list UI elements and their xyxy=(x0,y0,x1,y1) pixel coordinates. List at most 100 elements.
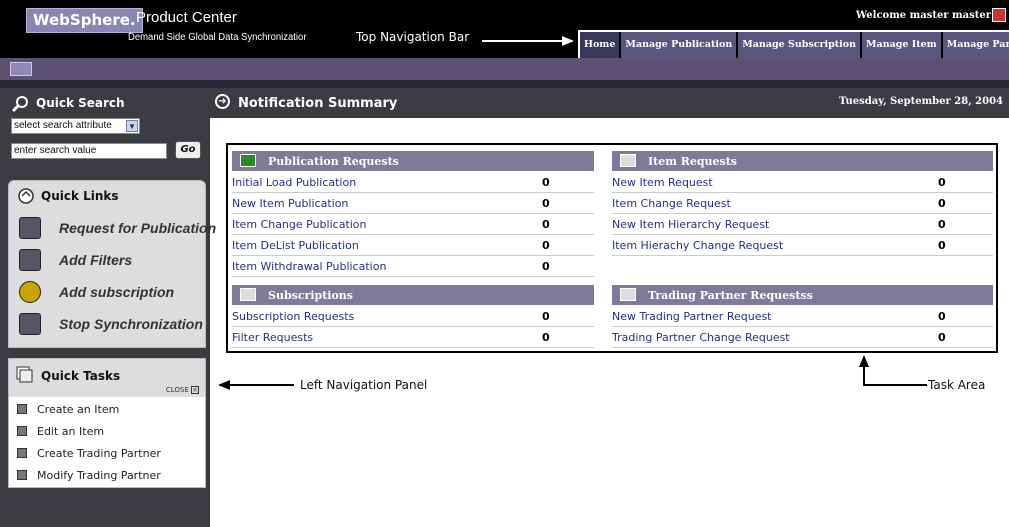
task-area-callout-arrow-vertical xyxy=(863,366,865,386)
row-count: 0 xyxy=(938,197,946,210)
top-nav-callout-arrow xyxy=(482,40,562,42)
row-label[interactable]: Item Change Publication xyxy=(232,218,367,231)
left-nav-callout-arrow xyxy=(230,384,294,386)
top-nav-callout-arrowhead xyxy=(562,36,574,46)
table-row[interactable]: Initial Load Publication 0 xyxy=(232,172,594,193)
row-label[interactable]: Filter Requests xyxy=(232,331,313,344)
quick-tasks-header: Quick Tasks CLOSE × xyxy=(9,359,205,397)
section-item-requests: Item Requests xyxy=(612,151,993,171)
quick-search: Quick Search select search attribute ▼ en… xyxy=(8,93,206,165)
table-row[interactable]: New Item Request 0 xyxy=(612,172,993,193)
close-button[interactable]: CLOSE × xyxy=(166,386,199,394)
quick-link-add-subscription[interactable]: Add subscription xyxy=(19,279,205,307)
row-label[interactable]: Initial Load Publication xyxy=(232,176,356,189)
subscription-icon xyxy=(240,288,256,301)
left-nav-callout: Left Navigation Panel xyxy=(300,378,428,392)
row-count: 0 xyxy=(542,176,550,189)
section-publication-requests: Publication Requests xyxy=(232,151,594,171)
table-row[interactable]: Item Hierachy Change Request 0 xyxy=(612,235,993,256)
quick-link-label: Request for Publication xyxy=(59,220,217,236)
quick-task-modify-trading-partner[interactable]: Modify Trading Partner xyxy=(17,469,161,482)
row-label[interactable]: New Trading Partner Request xyxy=(612,310,772,323)
product-subtitle: Demand Side Global Data Synchronizatior xyxy=(128,32,307,43)
quick-task-create-item[interactable]: Create an Item xyxy=(17,403,119,416)
tab-manage-partner[interactable]: Manage Partner xyxy=(942,32,1009,58)
row-count: 0 xyxy=(938,218,946,231)
header: WebSphere. Product Center Demand Side Gl… xyxy=(0,0,1009,58)
publication-icon xyxy=(19,217,41,239)
quick-link-add-filters[interactable]: Add Filters xyxy=(19,247,205,275)
search-attribute-select[interactable]: select search attribute ▼ xyxy=(11,118,140,134)
tab-manage-subscription[interactable]: Manage Subscription xyxy=(738,32,861,58)
row-count: 0 xyxy=(938,239,946,252)
create-icon xyxy=(17,448,27,458)
subscription-icon xyxy=(19,281,41,303)
row-label[interactable]: Item Withdrawal Publication xyxy=(232,260,386,273)
row-count: 0 xyxy=(542,197,550,210)
welcome-text: Welcome master master xyxy=(855,10,991,21)
row-count: 0 xyxy=(938,331,946,344)
section-subscriptions: Subscriptions xyxy=(232,285,594,305)
row-count: 0 xyxy=(542,239,550,252)
table-row[interactable]: Item Withdrawal Publication 0 xyxy=(232,256,594,277)
table-row[interactable]: Item Change Request 0 xyxy=(612,193,993,214)
go-button[interactable]: Go xyxy=(175,141,201,159)
row-count: 0 xyxy=(542,310,550,323)
row-label[interactable]: Item Change Request xyxy=(612,197,731,210)
tab-manage-item[interactable]: Manage Item xyxy=(862,32,941,58)
table-row[interactable]: Item Change Publication 0 xyxy=(232,214,594,235)
close-label: CLOSE xyxy=(165,386,189,394)
row-label[interactable]: Trading Partner Change Request xyxy=(612,331,790,344)
edit-icon xyxy=(17,426,27,436)
edit-icon xyxy=(17,470,27,480)
quick-link-request-for-publication[interactable]: Request for Publication xyxy=(19,215,216,243)
quick-link-label: Add Filters xyxy=(59,252,133,268)
quick-search-title: Quick Search xyxy=(36,96,125,110)
row-label[interactable]: Item DeList Publication xyxy=(232,239,359,252)
page-title-bar: ➜ Notification Summary Tuesday, Septembe… xyxy=(210,88,1009,118)
publication-icon xyxy=(240,154,256,167)
user-icon[interactable] xyxy=(992,8,1006,22)
section-trading-partner-requests: Trading Partner Requestss xyxy=(612,285,993,305)
table-row[interactable]: New Item Hierarchy Request 0 xyxy=(612,214,993,235)
search-input[interactable]: enter search value xyxy=(11,143,167,159)
row-count: 0 xyxy=(542,218,550,231)
left-nav-callout-arrowhead xyxy=(218,380,230,390)
close-icon: × xyxy=(191,386,199,394)
row-label[interactable]: New Item Request xyxy=(612,176,713,189)
quick-task-label: Edit an Item xyxy=(37,425,105,438)
item-icon xyxy=(620,154,636,167)
table-row[interactable]: New Item Publication 0 xyxy=(232,193,594,214)
row-count: 0 xyxy=(542,331,550,344)
table-row[interactable]: Subscription Requests 0 xyxy=(232,306,594,327)
task-area-callout: Task Area xyxy=(928,378,986,392)
quick-link-stop-synchronization[interactable]: Stop Synchronization xyxy=(19,311,205,339)
quick-task-label: Create Trading Partner xyxy=(37,447,161,460)
section-title: Trading Partner Requestss xyxy=(648,289,813,302)
page-title: Notification Summary xyxy=(238,96,398,111)
filter-icon xyxy=(19,249,41,271)
row-label[interactable]: Item Hierachy Change Request xyxy=(612,239,783,252)
create-icon xyxy=(17,404,27,414)
table-row[interactable]: New Trading Partner Request 0 xyxy=(612,306,993,327)
quick-task-label: Create an Item xyxy=(37,403,120,416)
quick-link-label: Add subscription xyxy=(59,284,175,300)
tab-manage-publication[interactable]: Manage Publication xyxy=(621,32,737,58)
row-count: 0 xyxy=(542,260,550,273)
table-row[interactable]: Filter Requests 0 xyxy=(232,327,594,348)
task-area-callout-arrow xyxy=(863,384,927,386)
quick-task-create-trading-partner[interactable]: Create Trading Partner xyxy=(17,447,161,460)
tab-home[interactable]: Home xyxy=(580,32,620,58)
row-label[interactable]: Subscription Requests xyxy=(232,310,354,323)
table-row[interactable]: Item DeList Publication 0 xyxy=(232,235,594,256)
row-label[interactable]: New Item Publication xyxy=(232,197,348,210)
chevron-down-icon[interactable]: ▼ xyxy=(126,120,138,132)
row-label[interactable]: New Item Hierarchy Request xyxy=(612,218,769,231)
separator xyxy=(0,80,1009,88)
section-title: Subscriptions xyxy=(268,289,353,302)
table-row[interactable]: Trading Partner Change Request 0 xyxy=(612,327,993,348)
quick-task-edit-item[interactable]: Edit an Item xyxy=(17,425,104,438)
quick-tasks: Quick Tasks CLOSE × Create an Item Edit … xyxy=(8,358,206,488)
stop-sync-icon xyxy=(19,313,41,335)
toolbar-icon[interactable] xyxy=(10,62,32,76)
